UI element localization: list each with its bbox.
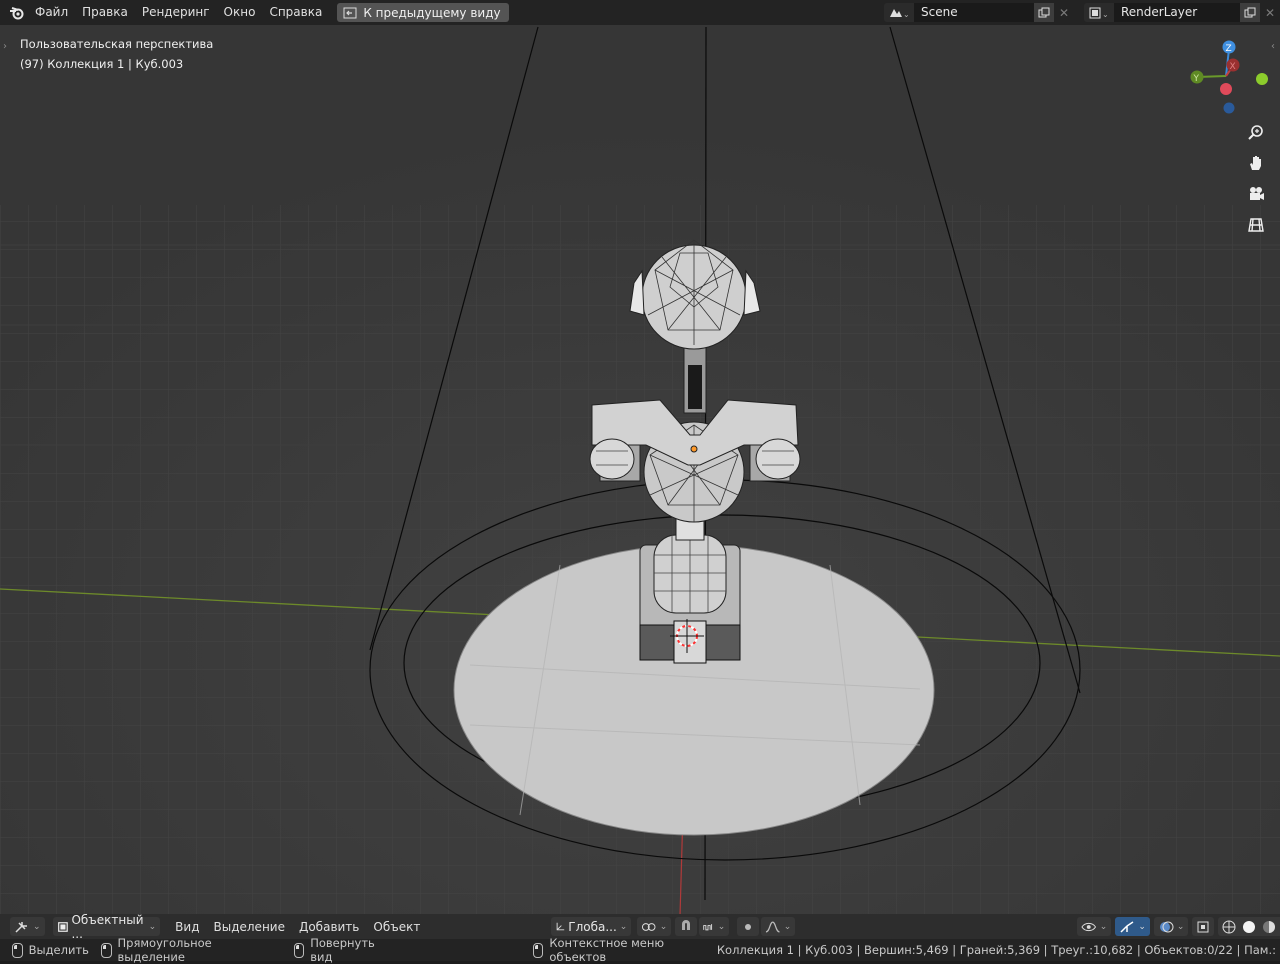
3d-viewport[interactable]: Пользовательская перспектива (97) Коллек… — [0, 25, 1280, 916]
axis-neg-x-dot[interactable] — [1220, 83, 1232, 95]
menu-object[interactable]: Объект — [366, 920, 427, 934]
copy-scene-icon[interactable] — [1034, 3, 1054, 22]
status-rotate-view: Повернуть вид — [310, 936, 375, 964]
global-axes-icon — [556, 922, 565, 930]
visibility-icon[interactable]: ⌄ — [1077, 917, 1112, 936]
axis-neg-z-dot[interactable] — [1223, 102, 1235, 114]
transform-orientation-label: Глоба... — [568, 919, 617, 934]
scene-name-field[interactable]: Scene — [914, 3, 1034, 22]
context-mouse-icon — [532, 942, 544, 958]
axis-y-label: Y — [1193, 74, 1200, 84]
axis-z-label: Z — [1226, 44, 1232, 54]
status-select: Выделить — [28, 943, 89, 957]
pivot-point-icon[interactable]: ⌄ — [637, 917, 672, 936]
status-bar: Выделить Прямоугольное выделение Поверну… — [0, 936, 1280, 964]
menu-render[interactable]: Рендеринг — [135, 0, 217, 25]
falloff-icon[interactable]: ⌄ — [761, 917, 796, 936]
snap-icon[interactable] — [675, 917, 698, 936]
right-mouse-icon — [293, 942, 305, 958]
viewport-scene — [0, 25, 1280, 916]
shading-mode-selector — [1218, 917, 1280, 936]
status-box-select: Прямоугольное выделение — [117, 936, 212, 964]
object-mode-icon — [57, 921, 68, 932]
left-mouse-icon — [12, 942, 23, 958]
close-render-layer-icon[interactable]: ✕ — [1260, 3, 1280, 22]
proportional-editing-icon[interactable] — [737, 917, 760, 936]
back-button-label: К предыдущему виду — [363, 5, 501, 20]
svg-text:⌄: ⌄ — [903, 10, 910, 19]
gizmo-toggle-icon[interactable]: ⌄ — [1115, 917, 1150, 936]
axis-neg-y-dot[interactable] — [1256, 73, 1268, 85]
overlay-toggle-icon[interactable]: ⌄ — [1153, 917, 1189, 936]
editor-type-icon[interactable]: ⌄ — [10, 917, 45, 936]
copy-render-layer-icon[interactable] — [1240, 3, 1260, 22]
material-shading-icon[interactable] — [1262, 920, 1276, 934]
middle-mouse-icon — [100, 942, 112, 958]
mode-selector[interactable]: Объектный ... ⌄ — [52, 913, 161, 941]
ortho-grid-icon[interactable] — [1243, 212, 1269, 238]
wireframe-shading-icon[interactable] — [1222, 920, 1236, 934]
scene-statistics: Коллекция 1 | Куб.003 | Вершин:5,469 | Г… — [716, 943, 1276, 957]
menu-add[interactable]: Добавить — [292, 920, 366, 934]
snap-target-icon[interactable]: ⌄ — [699, 917, 730, 936]
collection-label: (97) Коллекция 1 | Куб.003 — [20, 57, 184, 71]
transform-orientation-selector[interactable]: Глоба... ⌄ — [551, 917, 632, 936]
solid-shading-icon[interactable] — [1242, 920, 1256, 934]
scene-icon[interactable]: ⌄ — [884, 3, 914, 22]
blender-logo-icon[interactable] — [6, 2, 28, 24]
render-layer-icon[interactable]: ⌄ — [1084, 3, 1114, 22]
back-icon — [343, 7, 357, 18]
scene-selector: ⌄ Scene ✕ — [884, 3, 1074, 22]
menu-file[interactable]: Файл — [28, 0, 75, 25]
top-bar: Файл Правка Рендеринг Окно Справка К пре… — [0, 0, 1280, 25]
camera-view-icon[interactable] — [1243, 181, 1269, 207]
xray-toggle-icon[interactable] — [1192, 917, 1215, 936]
render-layer-selector: ⌄ RenderLayer ✕ — [1084, 3, 1280, 22]
status-context-menu: Контекстное меню объектов — [549, 936, 665, 964]
axis-x-label: X — [1230, 62, 1236, 72]
menu-view[interactable]: Вид — [168, 920, 206, 934]
back-to-previous-button[interactable]: К предыдущему виду — [337, 3, 509, 22]
menu-edit[interactable]: Правка — [75, 0, 135, 25]
navigation-gizmo[interactable]: Z X Y — [1178, 35, 1274, 115]
menu-select[interactable]: Выделение — [207, 920, 292, 934]
zoom-icon[interactable] — [1243, 120, 1269, 146]
menu-window[interactable]: Окно — [217, 0, 263, 25]
left-panel-toggle-icon[interactable]: › — [3, 41, 7, 52]
svg-text:⌄: ⌄ — [1102, 10, 1109, 19]
close-scene-icon[interactable]: ✕ — [1054, 3, 1074, 22]
perspective-label: Пользовательская перспектива — [20, 37, 214, 51]
menu-help[interactable]: Справка — [262, 0, 329, 25]
render-layer-name-field[interactable]: RenderLayer — [1114, 3, 1240, 22]
pan-hand-icon[interactable] — [1243, 150, 1269, 176]
